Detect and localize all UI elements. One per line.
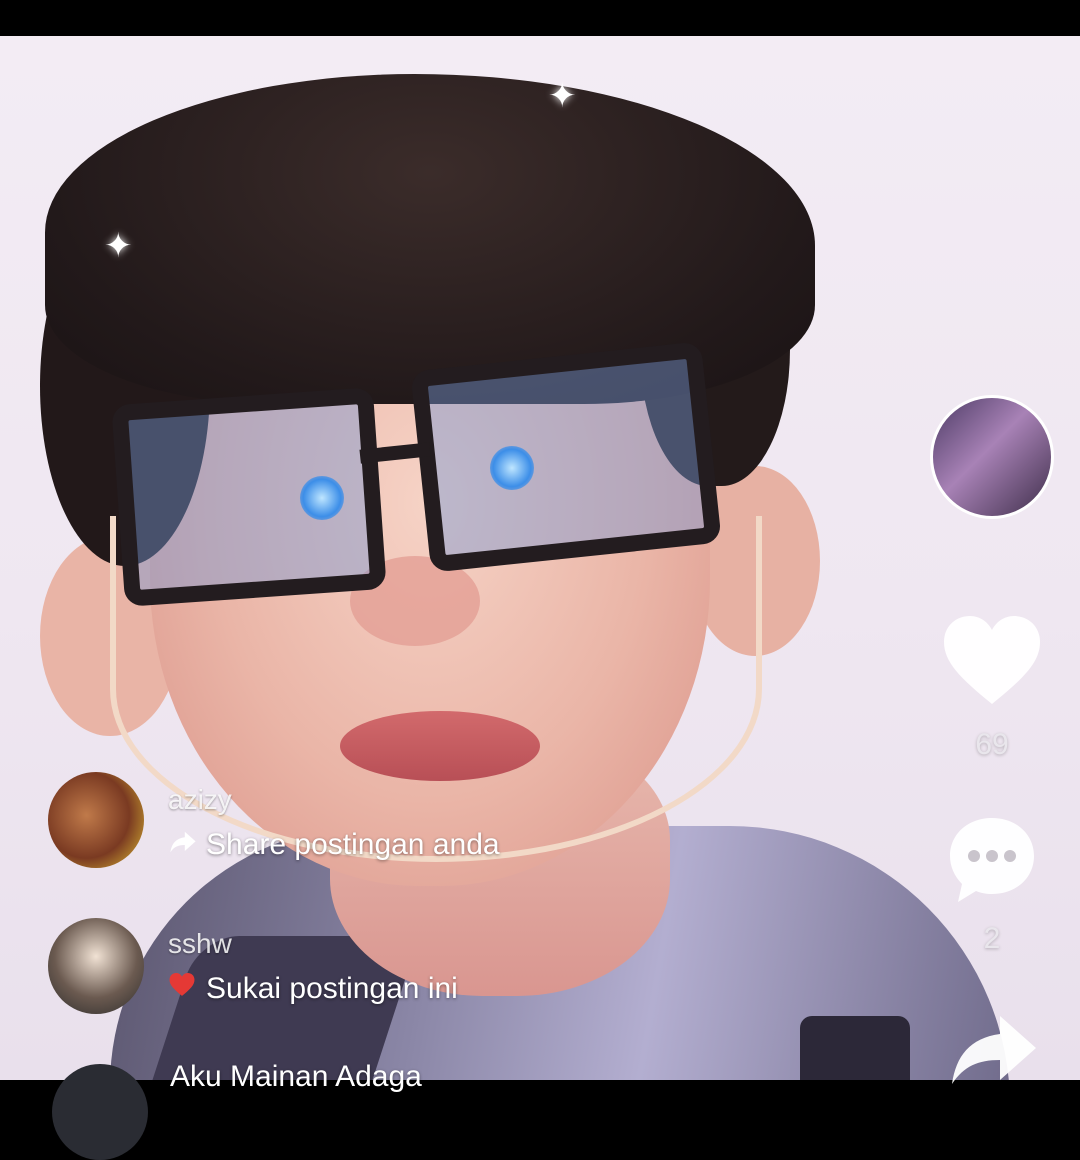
avatar[interactable]: [48, 918, 144, 1014]
comment-bubble-icon[interactable]: [944, 812, 1040, 908]
avatar[interactable]: [52, 1064, 148, 1160]
top-status-bar: [0, 0, 1080, 36]
video-player[interactable]: ✦ ✦: [0, 36, 1080, 1080]
sparkle-icon: ✦: [104, 227, 133, 265]
sparkle-icon: ✦: [548, 77, 577, 115]
heart-icon[interactable]: [940, 612, 1044, 712]
feed-message-text: Aku Mainan Adaga: [170, 1060, 422, 1093]
music-disc-icon[interactable]: [930, 395, 1054, 519]
feed-message-text: Sukai postingan ini: [206, 972, 458, 1005]
avatar[interactable]: [48, 772, 144, 868]
share-arrow-icon[interactable]: [948, 1010, 1040, 1090]
feed-message-text: Share postingan anda: [206, 828, 500, 861]
feed-username[interactable]: azizy: [168, 784, 232, 816]
feed-username[interactable]: sshw: [168, 928, 232, 960]
eye-glow: [300, 476, 344, 520]
comment-count: 2: [983, 922, 1001, 955]
eye-glow: [490, 446, 534, 490]
feed-message: Share postingan anda: [168, 828, 500, 862]
feed-message: Sukai postingan ini: [168, 972, 458, 1006]
heart-icon: [168, 972, 200, 1006]
person-collar: [800, 1016, 910, 1080]
like-count: 69: [975, 728, 1009, 761]
share-arrow-icon: [168, 828, 200, 862]
